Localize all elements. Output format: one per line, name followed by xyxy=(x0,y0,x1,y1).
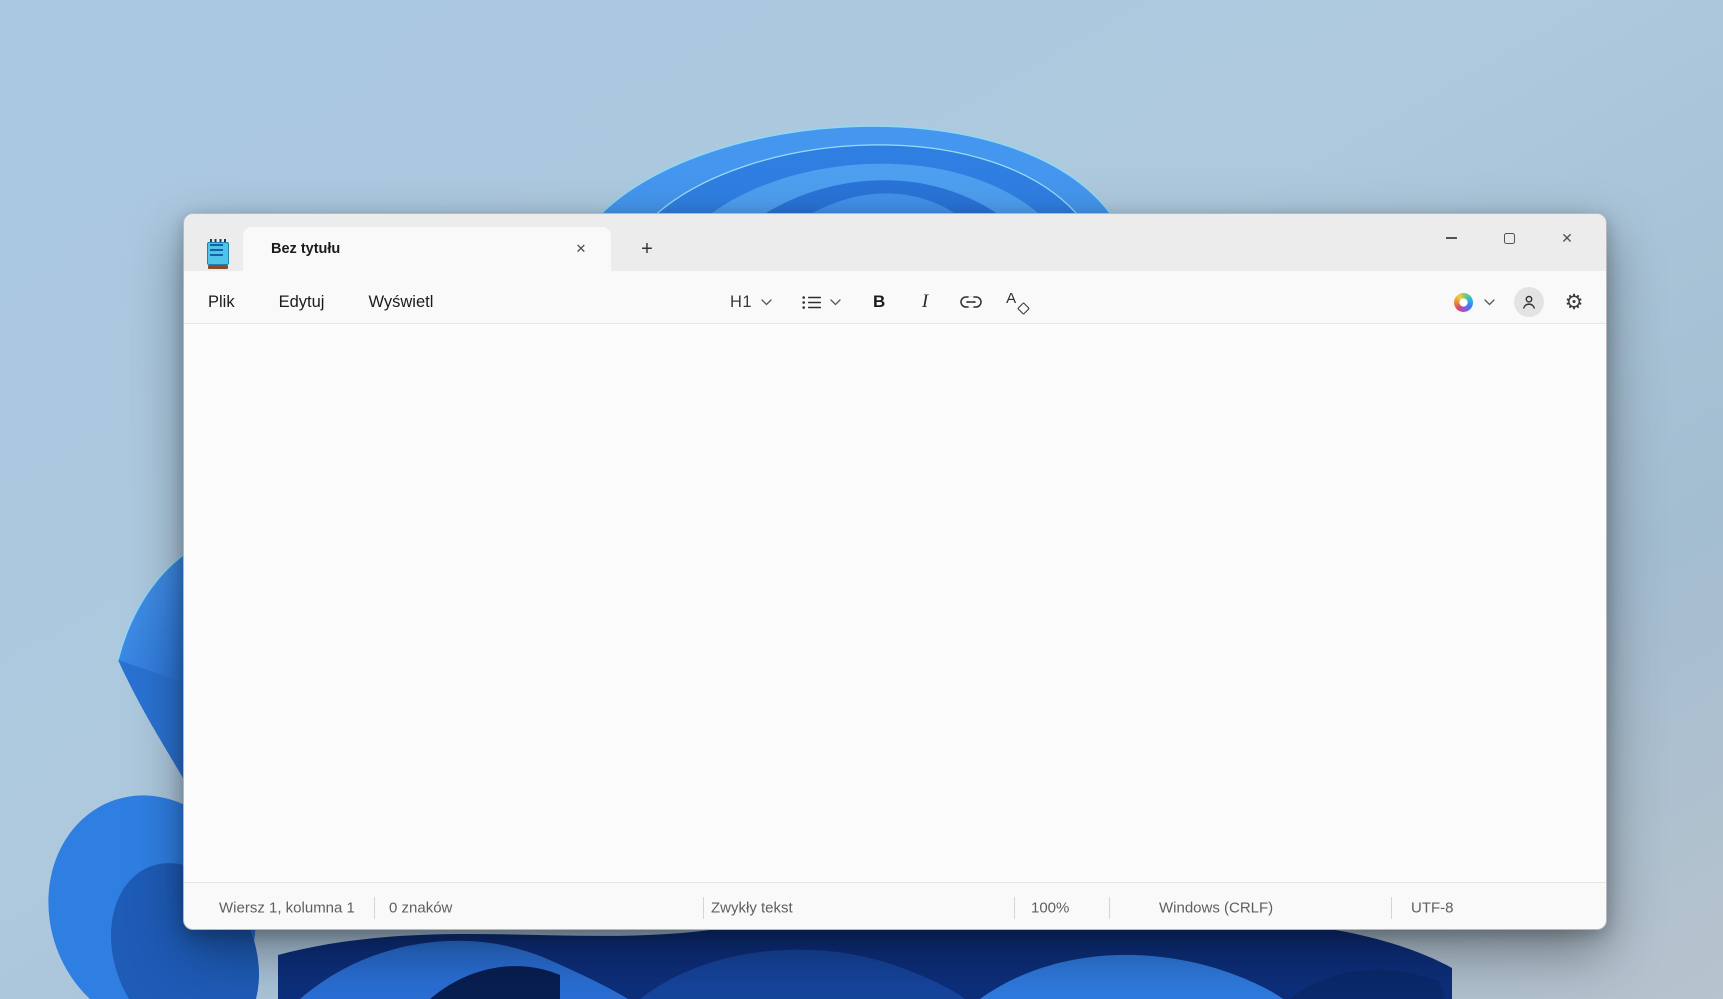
status-cursor-position: Wiersz 1, kolumna 1 xyxy=(219,899,355,917)
person-icon xyxy=(1523,295,1535,309)
heading-dropdown[interactable]: H1 xyxy=(720,284,782,320)
close-icon: ✕ xyxy=(1561,230,1573,246)
status-divider xyxy=(1391,896,1392,919)
status-char-count: 0 znaków xyxy=(389,899,453,917)
notepad-window: Bez tytułu ✕ + ✕ Plik Edytuj Wyświetl H1 xyxy=(183,213,1607,930)
gear-icon: ⚙ xyxy=(1564,290,1584,314)
editor-text-area[interactable] xyxy=(184,324,1606,882)
chevron-down-icon xyxy=(830,298,841,305)
menu-wyswietl[interactable]: Wyświetl xyxy=(356,287,445,318)
notepad-app-icon xyxy=(207,239,229,269)
minimize-icon xyxy=(1445,237,1457,239)
copilot-button[interactable] xyxy=(1448,287,1501,318)
status-divider xyxy=(1109,896,1110,919)
notepad-icon-base xyxy=(208,265,228,269)
status-line-ending: Windows (CRLF) xyxy=(1159,899,1274,917)
status-encoding: UTF-8 xyxy=(1411,899,1454,917)
new-tab-button[interactable]: + xyxy=(629,231,665,267)
menu-bar: Plik Edytuj Wyświetl xyxy=(184,287,445,318)
status-bar: Wiersz 1, kolumna 1 0 znaków Zwykły teks… xyxy=(184,882,1606,929)
tab-close-icon[interactable]: ✕ xyxy=(567,235,595,263)
status-divider xyxy=(1014,896,1015,919)
italic-icon: I xyxy=(921,291,929,312)
tab-bez-tytulu[interactable]: Bez tytułu ✕ xyxy=(243,227,611,271)
toolbar: Plik Edytuj Wyświetl H1 B I A ⚙ xyxy=(184,271,1606,324)
heading-label: H1 xyxy=(730,292,753,311)
bold-button[interactable]: B xyxy=(861,284,897,320)
desktop: Bez tytułu ✕ + ✕ Plik Edytuj Wyświetl H1 xyxy=(0,0,1723,999)
minimize-button[interactable] xyxy=(1422,220,1480,256)
account-button[interactable] xyxy=(1514,287,1544,317)
status-divider xyxy=(703,896,704,919)
status-zoom-level: 100% xyxy=(1031,899,1070,917)
menu-plik[interactable]: Plik xyxy=(196,287,247,318)
maximize-icon xyxy=(1503,232,1515,244)
clear-formatting-button[interactable]: A xyxy=(999,284,1035,320)
list-dropdown[interactable] xyxy=(792,284,851,320)
tab-bar: Bez tytułu ✕ + ✕ xyxy=(184,214,1606,271)
status-text-mode: Zwykły tekst xyxy=(711,899,793,917)
maximize-button[interactable] xyxy=(1480,220,1538,256)
status-divider xyxy=(374,896,375,919)
notepad-icon-lines xyxy=(210,244,223,256)
chevron-down-icon xyxy=(1484,298,1495,305)
tab-title: Bez tytułu xyxy=(271,241,341,257)
insert-link-button[interactable] xyxy=(953,284,989,320)
italic-button[interactable]: I xyxy=(907,284,943,320)
menu-edytuj[interactable]: Edytuj xyxy=(267,287,337,318)
copilot-icon xyxy=(1454,292,1473,312)
toolbar-right-group: ⚙ xyxy=(1448,285,1606,319)
chevron-down-icon xyxy=(761,298,772,305)
format-toolbar: H1 B I A xyxy=(720,281,1035,323)
caption-buttons: ✕ xyxy=(1422,220,1596,256)
bold-icon: B xyxy=(872,292,886,311)
settings-button[interactable]: ⚙ xyxy=(1557,285,1591,319)
link-icon xyxy=(960,296,982,308)
bulleted-list-icon xyxy=(802,295,822,309)
clear-formatting-icon: A xyxy=(1006,290,1030,315)
close-button[interactable]: ✕ xyxy=(1538,220,1596,256)
eraser-shape xyxy=(1017,302,1030,315)
